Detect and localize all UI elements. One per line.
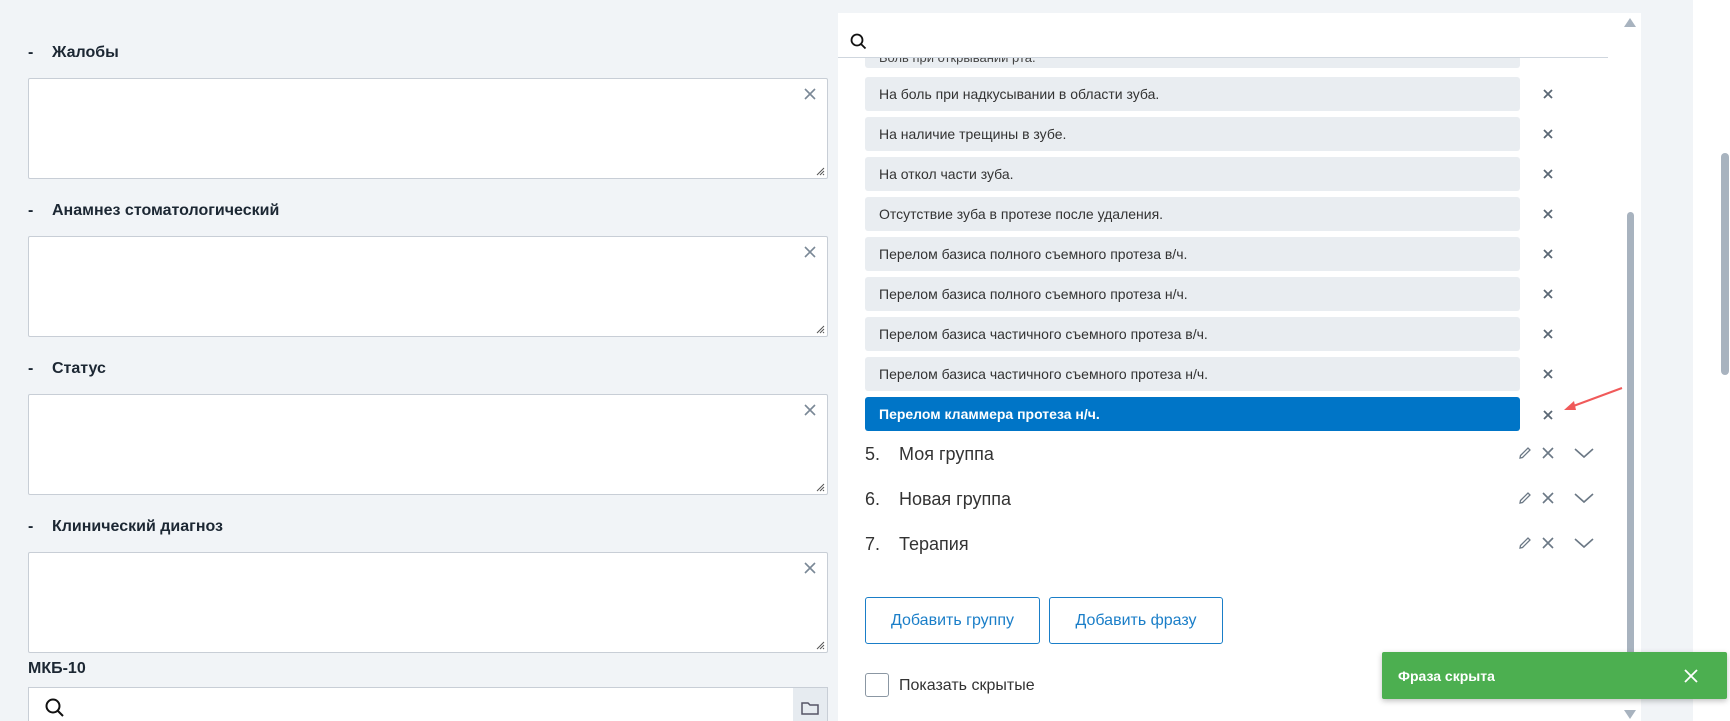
resize-grip-icon[interactable] <box>816 167 825 176</box>
group-name: Терапия <box>899 533 969 554</box>
group-number: 6. <box>865 488 881 509</box>
phrase-item[interactable]: Перелом базиса частичного съемного проте… <box>865 357 1520 391</box>
section-label: Анамнез стоматологический <box>52 202 280 219</box>
phrase-item[interactable]: Перелом базиса частичного съемного проте… <box>865 317 1520 351</box>
folder-icon <box>801 702 819 715</box>
add-group-button[interactable]: Добавить группу <box>865 597 1040 644</box>
scroll-down-arrow-icon[interactable] <box>1624 710 1636 719</box>
group-name: Новая группа <box>899 488 1012 509</box>
phrase-item[interactable]: Перелом базиса полного съемного протеза … <box>865 237 1520 271</box>
complaints-textarea[interactable] <box>28 78 828 179</box>
panel-scroll-thumb[interactable] <box>1627 212 1634 682</box>
hide-phrase-icon[interactable] <box>1541 167 1555 181</box>
collapse-dash[interactable]: - <box>28 518 52 536</box>
section-status-title: - Статус <box>28 360 106 378</box>
folder-button[interactable] <box>793 688 827 721</box>
mkb-search-input[interactable] <box>28 687 828 721</box>
mkb-label: МКБ-10 <box>28 660 86 677</box>
group-row[interactable]: 5. Моя группа <box>865 439 1595 469</box>
section-complaints-title: - Жалобы <box>28 44 119 62</box>
phrase-item[interactable]: На наличие трещины в зубе. <box>865 117 1520 151</box>
page-scroll-thumb[interactable] <box>1721 153 1729 375</box>
search-icon <box>45 698 64 717</box>
clear-icon[interactable] <box>803 87 817 101</box>
delete-x-icon[interactable] <box>1541 536 1555 550</box>
hide-phrase-icon[interactable] <box>1541 127 1555 141</box>
edit-pencil-icon[interactable] <box>1517 535 1533 551</box>
hide-phrase-icon[interactable] <box>1541 327 1555 341</box>
section-diagnosis-title: - Клинический диагноз <box>28 518 223 536</box>
edit-pencil-icon[interactable] <box>1517 445 1533 461</box>
phrase-item-selected[interactable]: Перелом кламмера протеза н/ч. <box>865 397 1520 431</box>
phrases-panel: Боль при открывании рта. На боль при над… <box>838 13 1641 721</box>
group-name: Моя группа <box>899 443 994 464</box>
chevron-down-icon[interactable] <box>1573 536 1595 550</box>
hide-phrase-icon[interactable] <box>1541 408 1555 422</box>
annotation-arrow-icon <box>1564 387 1623 410</box>
clear-icon[interactable] <box>803 245 817 259</box>
add-phrase-button[interactable]: Добавить фразу <box>1049 597 1223 644</box>
group-number: 7. <box>865 533 881 554</box>
collapse-dash[interactable]: - <box>28 202 52 220</box>
resize-grip-icon[interactable] <box>816 483 825 492</box>
section-label: Клинический диагноз <box>52 518 223 535</box>
phrase-item[interactable]: На откол части зуба. <box>865 157 1520 191</box>
phrase-item[interactable]: Перелом базиса полного съемного протеза … <box>865 277 1520 311</box>
section-label: Жалобы <box>52 44 119 61</box>
resize-grip-icon[interactable] <box>816 325 825 334</box>
scroll-up-arrow-icon[interactable] <box>1624 18 1636 27</box>
collapse-dash[interactable]: - <box>28 44 52 62</box>
group-number: 5. <box>865 443 881 464</box>
edit-pencil-icon[interactable] <box>1517 490 1533 506</box>
show-hidden-checkbox[interactable] <box>865 673 889 697</box>
group-actions <box>1517 445 1595 461</box>
anamnesis-textarea[interactable] <box>28 236 828 337</box>
clear-icon[interactable] <box>803 561 817 575</box>
chevron-down-icon[interactable] <box>1573 491 1595 505</box>
group-actions <box>1517 490 1595 506</box>
hide-phrase-icon[interactable] <box>1541 207 1555 221</box>
hide-phrase-icon[interactable] <box>1541 87 1555 101</box>
section-label: Статус <box>52 360 106 377</box>
delete-x-icon[interactable] <box>1541 446 1555 460</box>
group-row[interactable]: 6. Новая группа <box>865 484 1595 514</box>
phrase-item-partial[interactable]: Боль при открывании рта. <box>865 58 1520 68</box>
group-row[interactable]: 7. Терапия <box>865 529 1595 559</box>
phrase-search-input[interactable] <box>838 13 1608 58</box>
show-hidden-label: Показать скрытые <box>899 677 1035 694</box>
phrase-item[interactable]: На боль при надкусывании в области зуба. <box>865 77 1520 111</box>
hide-phrase-icon[interactable] <box>1541 247 1555 261</box>
toast-message: Фраза скрыта <box>1398 667 1495 684</box>
toast-notification: Фраза скрыта <box>1382 652 1727 699</box>
chevron-down-icon[interactable] <box>1573 446 1595 460</box>
form-column: - Жалобы - Анамнез стоматологический - С… <box>0 0 840 721</box>
search-icon <box>850 33 867 50</box>
clear-icon[interactable] <box>803 403 817 417</box>
status-textarea[interactable] <box>28 394 828 495</box>
resize-grip-icon[interactable] <box>816 641 825 650</box>
diagnosis-textarea[interactable] <box>28 552 828 653</box>
phrase-item[interactable]: Отсутствие зуба в протезе после удаления… <box>865 197 1520 231</box>
hide-phrase-icon[interactable] <box>1541 367 1555 381</box>
close-icon[interactable] <box>1683 668 1699 684</box>
collapse-dash[interactable]: - <box>28 360 52 378</box>
section-anamnesis-title: - Анамнез стоматологический <box>28 202 279 220</box>
group-actions <box>1517 535 1595 551</box>
delete-x-icon[interactable] <box>1541 491 1555 505</box>
hide-phrase-icon[interactable] <box>1541 287 1555 301</box>
